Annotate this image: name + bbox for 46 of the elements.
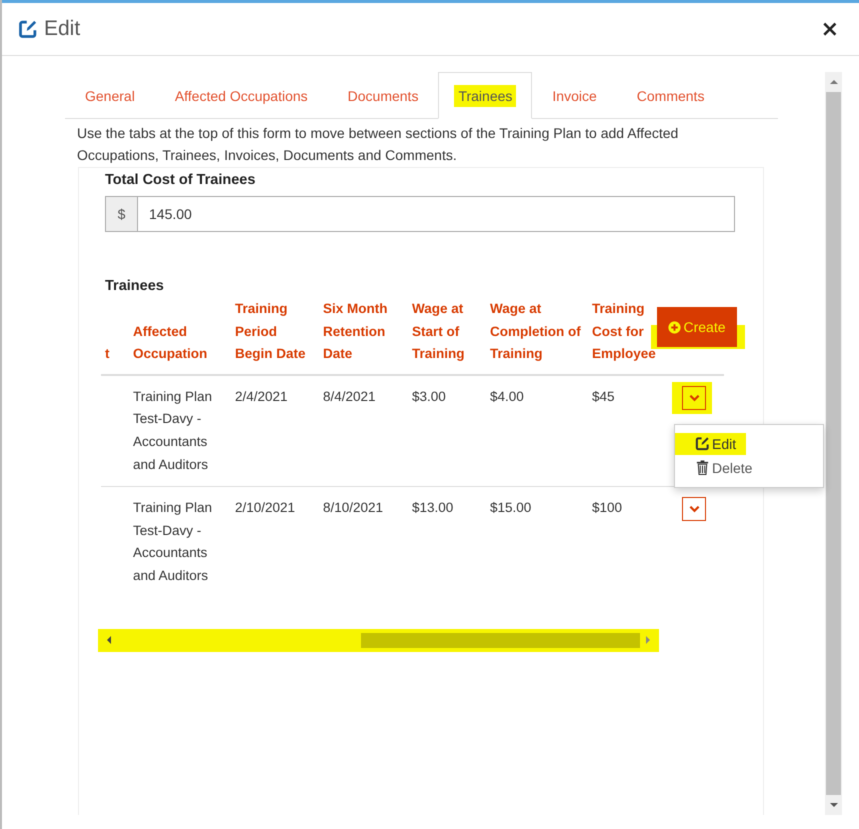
table-cell: Training Plan Test-Davy - Accountants and Auditors <box>133 374 235 487</box>
column-header: Training Period Begin Date <box>235 298 323 375</box>
chevron-down-icon <box>688 394 700 402</box>
column-header: t <box>101 298 133 375</box>
edit-icon <box>695 436 710 452</box>
table-cell: 8/10/2021 <box>323 486 412 598</box>
table-cell: 8/4/2021 <box>323 374 412 487</box>
window-title: Edit <box>44 17 80 41</box>
column-header: Six Month Retention Date <box>323 298 412 375</box>
tab[interactable]: General <box>65 72 155 119</box>
edit-icon <box>18 19 38 39</box>
scroll-up-icon[interactable] <box>828 78 838 86</box>
table-cell: 2/10/2021 <box>235 486 323 598</box>
dropdown-toggle[interactable] <box>682 497 706 522</box>
tab[interactable]: Trainees <box>438 72 532 119</box>
scroll-right-icon[interactable] <box>644 635 652 646</box>
field-label: Total Cost of Trainees <box>105 172 256 188</box>
tab[interactable]: Comments <box>616 72 724 119</box>
column-header: Affected Occupation <box>133 298 235 375</box>
table-cell: Training Plan Test-Davy - Accountants and Auditors <box>133 486 235 598</box>
horizontal-scrollbar[interactable] <box>101 632 656 649</box>
scroll-down-icon[interactable] <box>828 801 838 809</box>
table-cell: $4.00 <box>490 374 592 487</box>
dropdown-toggle[interactable] <box>682 386 706 410</box>
trash-icon <box>695 460 710 476</box>
tab[interactable]: Documents <box>328 72 438 119</box>
section-heading: Trainees <box>105 278 165 294</box>
table-cell: $100 <box>592 486 682 598</box>
table-cell: $3.00 <box>412 374 490 487</box>
column-header: Wage at Completion of Training <box>490 298 592 375</box>
menu-item[interactable]: Edit <box>675 432 746 455</box>
create-button[interactable]: Create <box>657 307 737 347</box>
currency-addon: $ <box>106 197 138 231</box>
chevron-down-icon <box>688 505 700 514</box>
tab[interactable]: Invoice <box>532 72 617 119</box>
close-button[interactable]: × <box>820 16 839 42</box>
column-header: Wage at Start of Training <box>412 298 490 375</box>
table-cell: $15.00 <box>490 486 592 598</box>
plus-circle-icon <box>668 320 682 334</box>
table-cell: $13.00 <box>412 486 490 598</box>
scroll-left-icon[interactable] <box>105 635 113 646</box>
vertical-scrollbar[interactable] <box>825 72 842 815</box>
table-cell: 2/4/2021 <box>235 374 323 487</box>
total-cost-field[interactable]: $ 145.00 <box>105 196 735 232</box>
tab[interactable]: Affected Occupations <box>154 72 328 119</box>
instructions-text: Use the tabs at the top of this form to move between sections of the Training Plan to add Affected Occupations, Trainees, Invoices, Documents and Comments. <box>77 124 680 165</box>
